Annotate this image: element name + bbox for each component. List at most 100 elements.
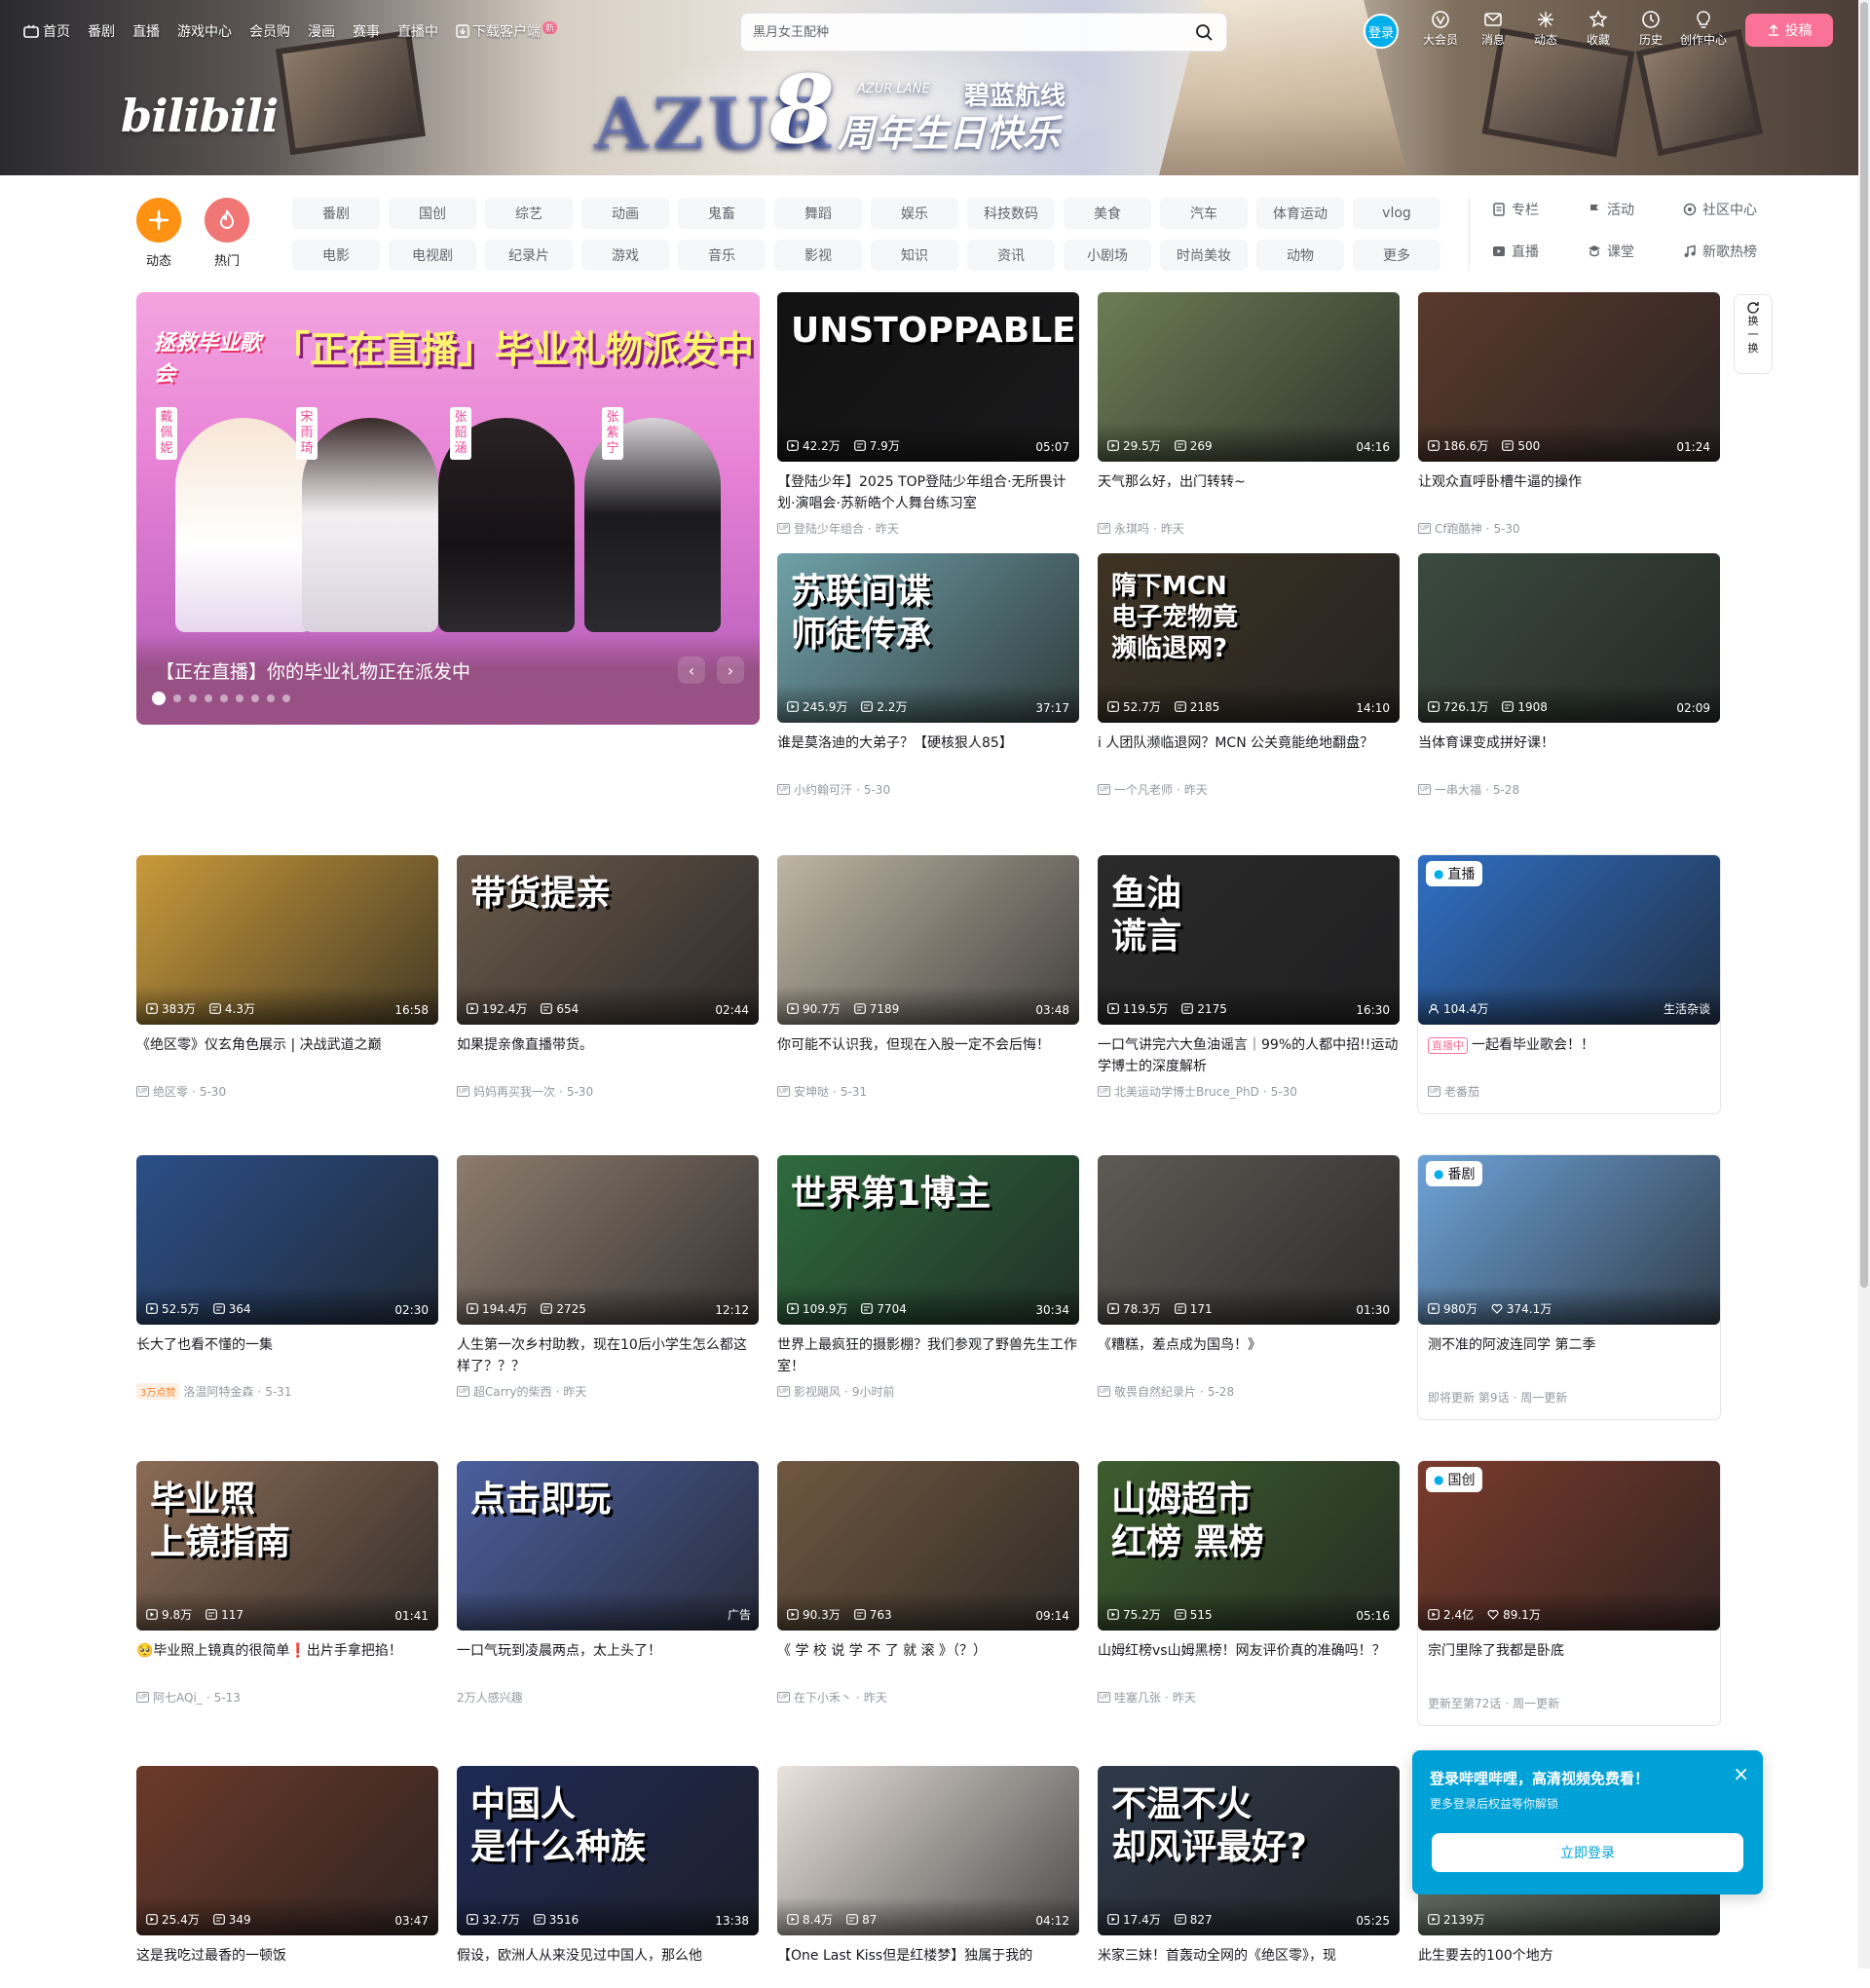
video-title[interactable]: 🥺毕业照上镜真的很简单❗出片手拿把掐！ bbox=[136, 1640, 438, 1683]
video-title[interactable]: 一口气玩到凌晨两点，太上头了！ bbox=[457, 1640, 759, 1683]
nav-game-center[interactable]: 游戏中心 bbox=[177, 21, 232, 41]
video-thumbnail[interactable]: ● 番剧 980万 374.1万 bbox=[1418, 1155, 1720, 1325]
uploader-info[interactable]: 3万点赞 洛温阿特金森 · 5-31 bbox=[136, 1383, 438, 1400]
channel-hot[interactable]: 热门 bbox=[205, 198, 249, 269]
channel-item[interactable]: 体育运动 bbox=[1256, 198, 1344, 229]
carousel-dot[interactable] bbox=[267, 694, 275, 702]
channel-item[interactable]: vlog bbox=[1353, 198, 1440, 229]
video-card[interactable]: 苏联间谍 师徒传承 245.9万 2.2万 37:17 谁是莫洛迪的大弟子？【硬核狠人8… bbox=[777, 553, 1079, 798]
carousel-dot[interactable] bbox=[282, 694, 290, 702]
nav-bangumi[interactable]: 番剧 bbox=[88, 21, 115, 41]
channel-item[interactable]: 小剧场 bbox=[1064, 240, 1151, 271]
channel-item[interactable]: 美食 bbox=[1064, 198, 1151, 229]
carousel-dot[interactable] bbox=[251, 694, 259, 702]
channel-item[interactable]: 电视剧 bbox=[389, 240, 476, 271]
channel-link-music-chart[interactable]: 新歌热榜 bbox=[1683, 242, 1769, 261]
nav-vip[interactable]: 大会员 bbox=[1414, 10, 1467, 48]
channel-item[interactable]: 时尚美妆 bbox=[1160, 240, 1248, 271]
video-title[interactable]: 世界上最疯狂的摄影棚？我们参观了野兽先生工作室！ bbox=[777, 1334, 1079, 1377]
video-card[interactable]: 186.6万 500 01:24 让观众直呼卧槽牛逼的操作 UP Cf跑酷神 · 5-30 bbox=[1418, 292, 1720, 537]
page-scrollbar[interactable] bbox=[1858, 0, 1870, 1969]
video-card[interactable]: 毕业照 上镜指南 9.8万 117 01:41 🥺毕业照上镜真的很简单❗出片手拿把掐！ U… bbox=[136, 1461, 438, 1706]
video-card[interactable]: 带货提亲 192.4万 654 02:44 如果提亲像直播带货。 UP 妈妈再买我一次 · 5-… bbox=[457, 855, 759, 1100]
channel-item[interactable]: 动画 bbox=[581, 198, 669, 229]
channel-item[interactable]: 国创 bbox=[389, 198, 476, 229]
video-thumbnail[interactable]: 点击即玩 广告 bbox=[457, 1461, 759, 1631]
video-title[interactable]: i 人团队濒临退网？MCN 公关竟能绝地翻盘？ bbox=[1098, 732, 1400, 775]
video-thumbnail[interactable]: 52.5万 364 02:30 bbox=[136, 1155, 438, 1325]
video-title[interactable]: 长大了也看不懂的一集 bbox=[136, 1334, 438, 1377]
video-thumbnail[interactable]: 隋下MCN 电子宠物竟 濒临退网? 52.7万 2185 14:10 bbox=[1098, 553, 1400, 723]
video-title[interactable]: 天气那么好，出门转转~ bbox=[1098, 471, 1400, 514]
nav-live-now[interactable]: 直播中 bbox=[397, 21, 438, 41]
live-card[interactable]: ● 直播 104.4万 生活杂谈 直播中 一起看毕业歌会！！ UP 老番茄 bbox=[1418, 855, 1720, 1113]
video-thumbnail[interactable]: 带货提亲 192.4万 654 02:44 bbox=[457, 855, 759, 1025]
channel-item[interactable]: 舞蹈 bbox=[774, 198, 862, 229]
channel-link-community[interactable]: 社区中心 bbox=[1683, 200, 1769, 219]
carousel-dot[interactable] bbox=[205, 694, 212, 702]
uploader-info[interactable]: UP 老番茄 bbox=[1418, 1083, 1720, 1100]
channel-item[interactable]: 娱乐 bbox=[871, 198, 958, 229]
uploader-info[interactable]: UP 小约翰可汗 · 5-30 bbox=[777, 781, 1079, 798]
channel-item[interactable]: 更多 bbox=[1353, 240, 1440, 271]
video-card[interactable]: 383万 4.3万 16:58 《绝区零》仪玄角色展示 | 决战武道之巅 UP 绝区零 · 5… bbox=[136, 855, 438, 1100]
carousel-caption[interactable]: 【正在直播】你的毕业礼物正在派发中 bbox=[156, 657, 470, 684]
video-title[interactable]: 《绝区零》仪玄角色展示 | 决战武道之巅 bbox=[136, 1034, 438, 1077]
video-thumbnail[interactable]: 8.4万 87 04:12 bbox=[777, 1766, 1079, 1935]
video-title[interactable]: 这是我吃过最香的一顿饭 bbox=[136, 1945, 438, 1988]
video-title[interactable]: 山姆红榜vs山姆黑榜！网友评价真的准确吗！？ bbox=[1098, 1640, 1400, 1683]
video-thumbnail[interactable]: 不温不火 却风评最好? 17.4万 827 05:25 bbox=[1098, 1766, 1400, 1935]
video-thumbnail[interactable]: 29.5万 269 04:16 bbox=[1098, 292, 1400, 462]
video-thumbnail[interactable]: 90.7万 7189 03:48 bbox=[777, 855, 1079, 1025]
series-card[interactable]: ● 番剧 980万 374.1万 测不准的阿波连同学 第二季 即将更新 第9话 · 周一更新 bbox=[1418, 1155, 1720, 1419]
uploader-info[interactable]: UP 一串大福 · 5-28 bbox=[1418, 781, 1720, 798]
login-now-button[interactable]: 立即登录 bbox=[1432, 1833, 1743, 1872]
bilibili-logo[interactable]: bilibili bbox=[121, 90, 279, 142]
video-card[interactable]: 90.3万 763 09:14 《 学 校 说 学 不 了 就 滚 》（？） UP 在下小… bbox=[777, 1461, 1079, 1706]
nav-match[interactable]: 赛事 bbox=[353, 21, 380, 41]
video-title[interactable]: 让观众直呼卧槽牛逼的操作 bbox=[1418, 471, 1720, 514]
carousel-dot[interactable] bbox=[152, 692, 166, 705]
video-title[interactable]: 人生第一次乡村助教，现在10后小学生怎么都这样了？？？ bbox=[457, 1334, 759, 1377]
video-card[interactable]: 52.5万 364 02:30 长大了也看不懂的一集 3万点赞 洛温阿特金森 · 5-31 bbox=[136, 1155, 438, 1400]
video-card[interactable]: 鱼油 谎言 119.5万 2175 16:30 一口气讲完六大鱼油谣言｜99%的人都中招… bbox=[1098, 855, 1400, 1100]
channel-item[interactable]: 科技数码 bbox=[967, 198, 1055, 229]
video-title[interactable]: 【登陆少年】2025 TOP登陆少年组合·无所畏计划·演唱会·苏新皓个人舞台练习… bbox=[777, 471, 1079, 514]
video-card[interactable]: 中国人 是什么种族 32.7万 3516 13:38 假设，欧洲人从来没见过中国人，那么… bbox=[457, 1766, 759, 1988]
channel-dynamic[interactable]: 动态 bbox=[136, 198, 181, 269]
nav-message[interactable]: 消息 bbox=[1467, 10, 1519, 48]
video-card[interactable]: 29.5万 269 04:16 天气那么好，出门转转~ UP 永琪吗 · 昨天 bbox=[1098, 292, 1400, 537]
channel-item[interactable]: 知识 bbox=[871, 240, 958, 271]
video-card[interactable]: 山姆超市 红榜 黑榜 75.2万 515 05:16 山姆红榜vs山姆黑榜！网友评价真的… bbox=[1098, 1461, 1400, 1706]
channel-link-activity[interactable]: 活动 bbox=[1588, 200, 1673, 219]
video-thumbnail[interactable]: 78.3万 171 01:30 bbox=[1098, 1155, 1400, 1325]
video-thumbnail[interactable]: ● 直播 104.4万 生活杂谈 bbox=[1418, 855, 1720, 1025]
channel-item[interactable]: 影视 bbox=[774, 240, 862, 271]
video-thumbnail[interactable]: 苏联间谍 师徒传承 245.9万 2.2万 37:17 bbox=[777, 553, 1079, 723]
uploader-info[interactable]: UP 绝区零 · 5-30 bbox=[136, 1083, 438, 1100]
uploader-info[interactable]: UP 一个凡老师 · 昨天 bbox=[1098, 781, 1400, 798]
video-thumbnail[interactable]: 25.4万 349 03:47 bbox=[136, 1766, 438, 1935]
nav-home[interactable]: 首页 bbox=[23, 21, 70, 41]
video-card[interactable]: 194.4万 2725 12:12 人生第一次乡村助教，现在10后小学生怎么都这样了？… bbox=[457, 1155, 759, 1400]
uploader-info[interactable]: UP 敬畏自然纪录片 · 5-28 bbox=[1098, 1383, 1400, 1400]
nav-history[interactable]: 历史 bbox=[1625, 10, 1677, 48]
channel-item[interactable]: 电影 bbox=[292, 240, 380, 271]
video-title[interactable]: 谁是莫洛迪的大弟子？【硬核狠人85】 bbox=[777, 732, 1079, 775]
upload-button[interactable]: 投稿 bbox=[1745, 14, 1833, 47]
video-thumbnail[interactable]: 世界第1博主 109.9万 7704 30:34 bbox=[777, 1155, 1079, 1325]
video-card[interactable]: 90.7万 7189 03:48 你可能不认识我，但现在入股一定不会后悔！ UP 安坤哒 ·… bbox=[777, 855, 1079, 1100]
carousel-prev-button[interactable]: ‹ bbox=[678, 656, 705, 684]
uploader-info[interactable]: UP 安坤哒 · 5-31 bbox=[777, 1083, 1079, 1100]
video-card[interactable]: 726.1万 1908 02:09 当体育课变成拼好课！ UP 一串大福 · 5-28 bbox=[1418, 553, 1720, 798]
video-thumbnail[interactable]: 194.4万 2725 12:12 bbox=[457, 1155, 759, 1325]
channel-item[interactable]: 综艺 bbox=[485, 198, 573, 229]
video-thumbnail[interactable]: UNSTOPPABLE 42.2万 7.9万 05:07 bbox=[777, 292, 1079, 462]
video-title[interactable]: 宗门里除了我都是卧底 bbox=[1418, 1640, 1720, 1683]
channel-item[interactable]: 番剧 bbox=[292, 198, 380, 229]
video-thumbnail[interactable]: 鱼油 谎言 119.5万 2175 16:30 bbox=[1098, 855, 1400, 1025]
carousel-dot[interactable] bbox=[220, 694, 228, 702]
uploader-info[interactable]: UP 北美运动学博士Bruce_PhD · 5-30 bbox=[1098, 1083, 1400, 1100]
refresh-button[interactable]: 换 一 换 bbox=[1734, 294, 1773, 374]
video-thumbnail[interactable]: 383万 4.3万 16:58 bbox=[136, 855, 438, 1025]
